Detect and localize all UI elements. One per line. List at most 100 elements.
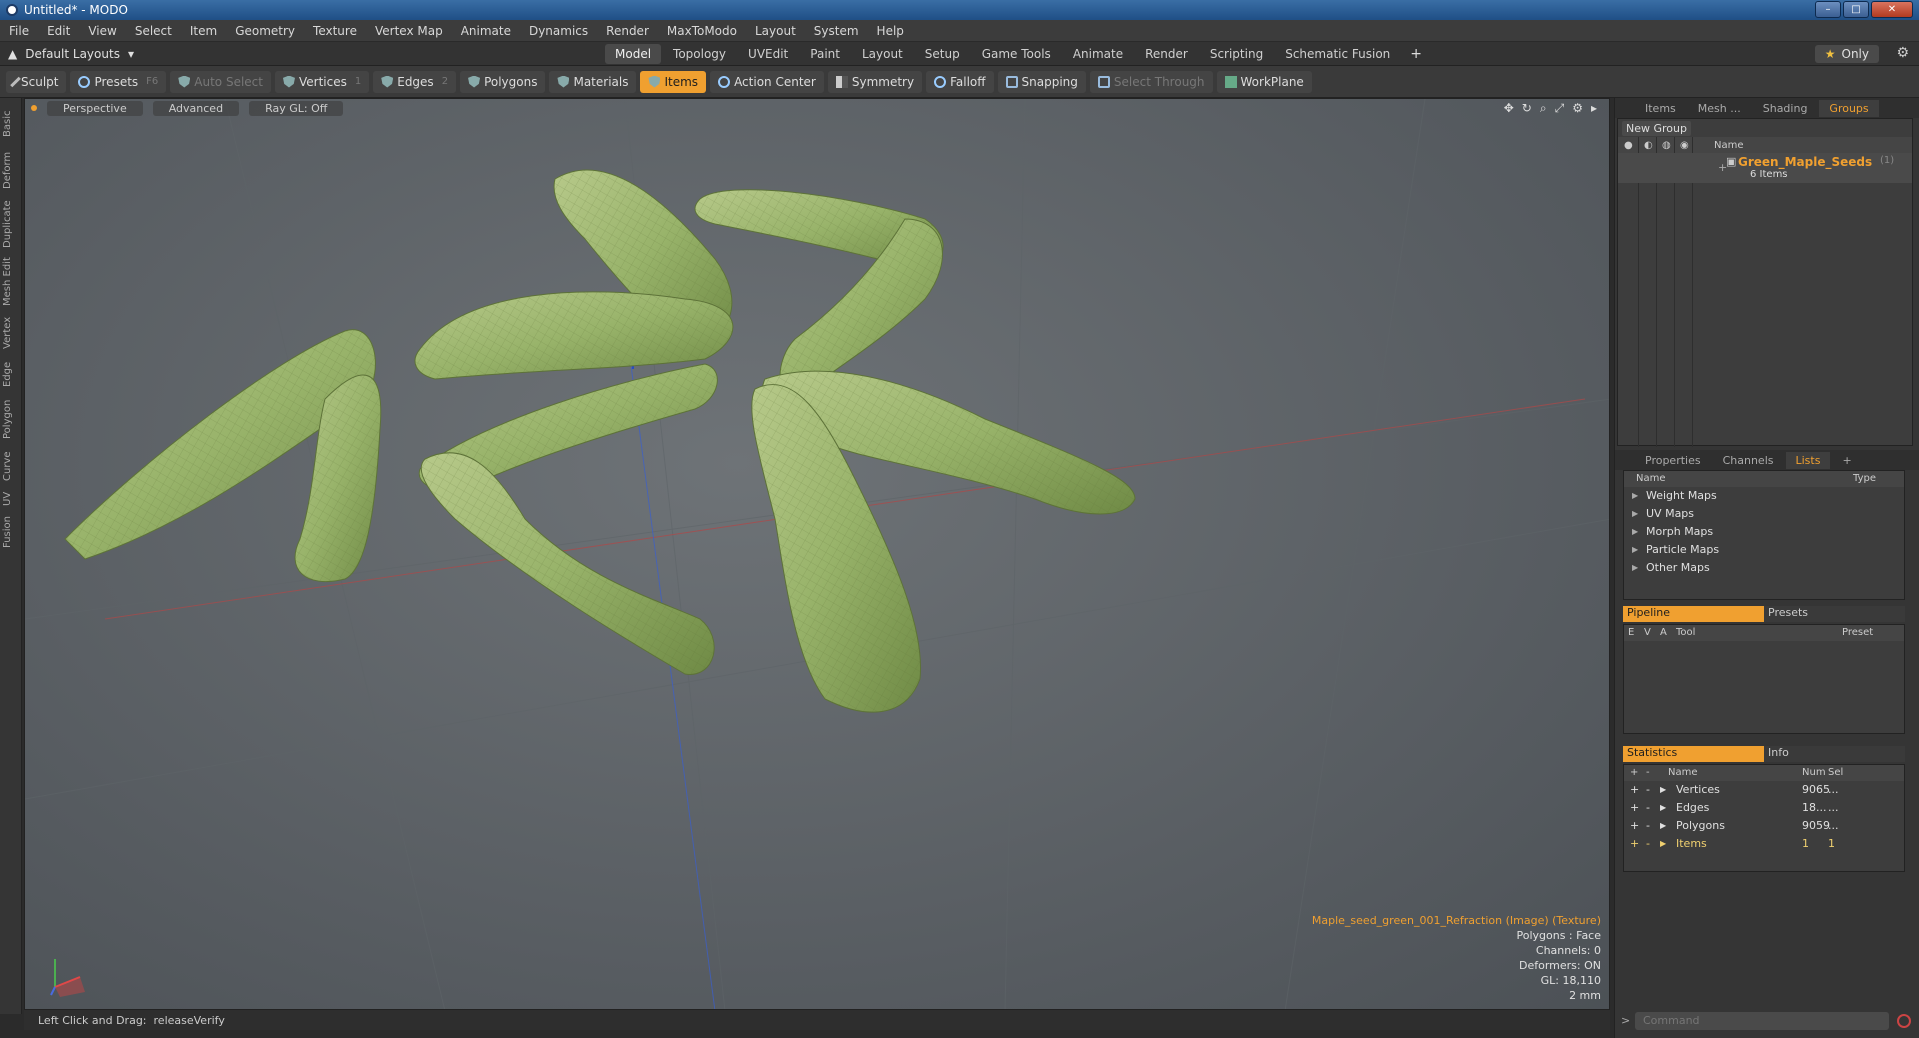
- vtab-mesh-edit[interactable]: Mesh Edit: [2, 254, 20, 310]
- tab-info[interactable]: Info: [1764, 746, 1905, 762]
- viewport-settings-icon[interactable]: ⚙: [1572, 101, 1583, 116]
- tab-items[interactable]: Items: [1635, 100, 1686, 117]
- viewport-menu-dot[interactable]: [31, 105, 37, 111]
- raygl-button[interactable]: Ray GL: Off: [249, 100, 344, 116]
- vtab-polygon[interactable]: Polygon: [2, 394, 20, 444]
- maple-seed-mesh[interactable]: [751, 370, 1136, 713]
- menu-geometry[interactable]: Geometry: [226, 24, 304, 38]
- list-item[interactable]: ▶ UV Maps: [1624, 505, 1904, 523]
- menu-animate[interactable]: Animate: [452, 24, 520, 38]
- viewport-arrow-icon[interactable]: ▸: [1591, 101, 1597, 116]
- maple-seed-mesh[interactable]: [64, 329, 382, 583]
- 3d-viewport[interactable]: Perspective Advanced Ray GL: Off ✥ ↻ ⌕ ⤢…: [24, 98, 1610, 1010]
- list-item[interactable]: ▶ Particle Maps: [1624, 541, 1904, 559]
- items-button[interactable]: Items: [640, 70, 707, 93]
- stat-add-button[interactable]: +: [1630, 837, 1639, 850]
- gear-icon[interactable]: ⚙: [1896, 45, 1909, 61]
- minimize-button[interactable]: –: [1815, 1, 1841, 18]
- stat-remove-button[interactable]: -: [1646, 783, 1650, 796]
- command-input[interactable]: [1635, 1012, 1889, 1030]
- menu-view[interactable]: View: [79, 24, 125, 38]
- stats-row[interactable]: + - ▶ Vertices 9065 ...: [1624, 781, 1904, 799]
- tab-shading[interactable]: Shading: [1753, 100, 1818, 117]
- tab-properties[interactable]: Properties: [1635, 452, 1711, 469]
- polygons-button[interactable]: Polygons: [460, 70, 546, 93]
- maple-seed-mesh[interactable]: [414, 169, 734, 380]
- stat-remove-button[interactable]: -: [1646, 819, 1650, 832]
- tab-render[interactable]: Render: [1135, 44, 1198, 64]
- add-tab-button[interactable]: +: [1402, 44, 1430, 64]
- stat-remove-button[interactable]: -: [1646, 801, 1650, 814]
- tab-setup[interactable]: Setup: [915, 44, 970, 64]
- sculpt-button[interactable]: Sculpt: [6, 70, 67, 93]
- tab-topology[interactable]: Topology: [663, 44, 736, 64]
- advanced-button[interactable]: Advanced: [152, 100, 240, 116]
- menu-system[interactable]: System: [805, 24, 868, 38]
- command-stop-icon[interactable]: [1897, 1014, 1911, 1028]
- tab-lists[interactable]: Lists: [1785, 451, 1831, 469]
- fit-view-icon[interactable]: ⤢: [1555, 101, 1565, 116]
- move-view-icon[interactable]: ✥: [1504, 101, 1514, 116]
- symmetry-button[interactable]: Symmetry: [827, 70, 923, 93]
- maximize-button[interactable]: □: [1843, 1, 1869, 18]
- vtab-duplicate[interactable]: Duplicate: [2, 196, 20, 252]
- falloff-button[interactable]: Falloff: [926, 70, 994, 93]
- list-item[interactable]: ▶ Morph Maps: [1624, 523, 1904, 541]
- tab-statistics[interactable]: Statistics: [1623, 746, 1764, 762]
- vtab-basic[interactable]: Basic: [2, 104, 20, 144]
- tab-presets[interactable]: Presets: [1764, 606, 1905, 622]
- tab-schematic-fusion[interactable]: Schematic Fusion: [1275, 44, 1400, 64]
- list-item[interactable]: ▶ Other Maps: [1624, 559, 1904, 577]
- stat-remove-button[interactable]: -: [1646, 837, 1650, 850]
- menu-select[interactable]: Select: [126, 24, 181, 38]
- list-item[interactable]: ▶ Weight Maps: [1624, 487, 1904, 505]
- tab-scripting[interactable]: Scripting: [1200, 44, 1273, 64]
- stats-row[interactable]: + - ▶ Polygons 9059 ...: [1624, 817, 1904, 835]
- menu-vertex-map[interactable]: Vertex Map: [366, 24, 452, 38]
- vtab-edge[interactable]: Edge: [2, 356, 20, 392]
- menu-maxtomodo[interactable]: MaxToModo: [658, 24, 746, 38]
- only-button[interactable]: ★ Only: [1814, 45, 1879, 63]
- perspective-button[interactable]: Perspective: [47, 100, 143, 116]
- edges-button[interactable]: Edges 2: [373, 70, 457, 93]
- tab-model[interactable]: Model: [605, 44, 662, 64]
- vtab-curve[interactable]: Curve: [2, 446, 20, 486]
- vtab-deform[interactable]: Deform: [2, 146, 20, 194]
- menu-layout[interactable]: Layout: [746, 24, 805, 38]
- tab-paint[interactable]: Paint: [800, 44, 850, 64]
- vtab-vertex[interactable]: Vertex: [2, 312, 20, 354]
- stat-add-button[interactable]: +: [1630, 783, 1639, 796]
- action-center-button[interactable]: Action Center: [710, 70, 824, 93]
- maple-seed-mesh[interactable]: [694, 189, 944, 400]
- tab-uvedit[interactable]: UVEdit: [738, 44, 798, 64]
- zoom-view-icon[interactable]: ⌕: [1540, 101, 1547, 116]
- close-button[interactable]: ✕: [1871, 1, 1913, 18]
- tab-groups[interactable]: Groups: [1819, 99, 1879, 117]
- stats-row[interactable]: + - ▶ Items 1 1: [1624, 835, 1904, 853]
- auto-select-button[interactable]: Auto Select: [170, 70, 271, 93]
- stat-add-button[interactable]: +: [1630, 801, 1639, 814]
- layout-dropdown[interactable]: ▲ Default Layouts ▾: [8, 47, 134, 61]
- new-group-button[interactable]: New Group: [1622, 121, 1691, 136]
- select-through-button[interactable]: Select Through: [1089, 70, 1213, 93]
- menu-edit[interactable]: Edit: [38, 24, 79, 38]
- tab-animate[interactable]: Animate: [1063, 44, 1133, 64]
- vtab-fusion[interactable]: Fusion: [2, 512, 20, 552]
- materials-button[interactable]: Materials: [549, 70, 637, 93]
- tab-channels[interactable]: Channels: [1713, 452, 1784, 469]
- stat-add-button[interactable]: +: [1630, 819, 1639, 832]
- rotate-view-icon[interactable]: ↻: [1522, 101, 1532, 116]
- tab-mesh[interactable]: Mesh ...: [1688, 100, 1751, 117]
- vertices-button[interactable]: Vertices 1: [274, 70, 370, 93]
- group-row[interactable]: + ▣ Green_Maple_Seeds (1) 6 Items: [1618, 153, 1912, 183]
- menu-item[interactable]: Item: [181, 24, 226, 38]
- presets-button[interactable]: Presets F6: [70, 70, 167, 93]
- tab-pipeline[interactable]: Pipeline: [1623, 606, 1764, 622]
- tab-layout[interactable]: Layout: [852, 44, 913, 64]
- menu-file[interactable]: File: [0, 24, 38, 38]
- menu-texture[interactable]: Texture: [304, 24, 366, 38]
- menu-help[interactable]: Help: [868, 24, 913, 38]
- add-props-tab-button[interactable]: +: [1832, 452, 1861, 469]
- workplane-button[interactable]: WorkPlane: [1216, 70, 1312, 93]
- tab-game-tools[interactable]: Game Tools: [972, 44, 1061, 64]
